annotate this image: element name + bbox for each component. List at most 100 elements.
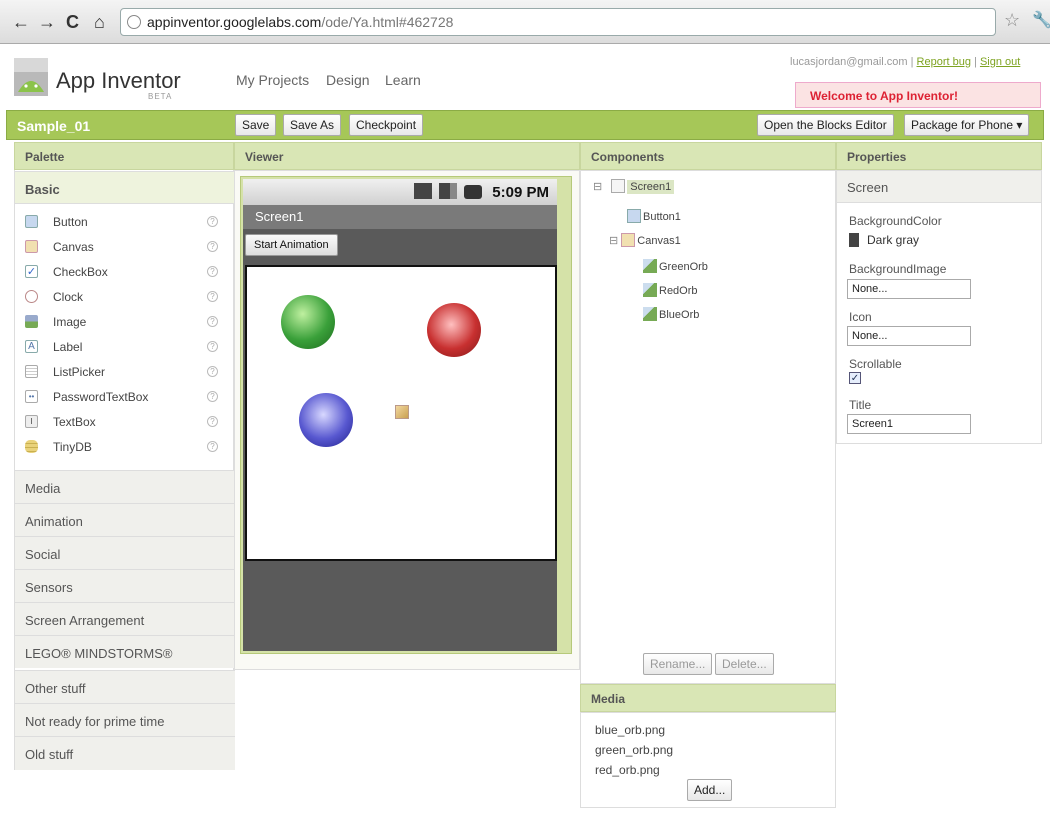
- help-icon[interactable]: ?: [207, 241, 218, 252]
- tree-label: GreenOrb: [659, 261, 708, 273]
- home-icon[interactable]: ⌂: [94, 12, 105, 33]
- sign-out-link[interactable]: Sign out: [980, 56, 1020, 68]
- title-input[interactable]: Screen1: [847, 414, 971, 434]
- user-email: lucasjordan@gmail.com: [790, 56, 908, 68]
- bgcolor-label: BackgroundColor: [849, 214, 942, 228]
- palette-section-other[interactable]: Other stuff: [15, 670, 235, 703]
- tree-label: Canvas1: [637, 235, 681, 247]
- phone-time: 5:09 PM: [492, 184, 549, 201]
- media-file[interactable]: red_orb.png: [595, 763, 660, 777]
- nav-my-projects[interactable]: My Projects: [236, 72, 309, 88]
- label-icon: A: [25, 340, 38, 353]
- palette-section-lego[interactable]: LEGO® MINDSTORMS®: [15, 635, 235, 668]
- palette-section-animation[interactable]: Animation: [15, 503, 235, 536]
- help-icon[interactable]: ?: [207, 391, 218, 402]
- help-icon[interactable]: ?: [207, 216, 218, 227]
- tree-node-canvas[interactable]: ⊟ Canvas1: [609, 233, 681, 247]
- tree-label: Button1: [643, 211, 681, 223]
- tree-node-blueorb[interactable]: BlueOrb: [643, 307, 699, 321]
- bgimage-input[interactable]: None...: [847, 279, 971, 299]
- tree-node-greenorb[interactable]: GreenOrb: [643, 259, 708, 273]
- palette-item-clock[interactable]: Clock?: [15, 286, 235, 308]
- app-name: App Inventor: [56, 68, 181, 93]
- palette-item-image[interactable]: Image?: [15, 311, 235, 333]
- media-file[interactable]: blue_orb.png: [595, 723, 665, 737]
- media-file[interactable]: green_orb.png: [595, 743, 673, 757]
- star-icon[interactable]: ☆: [1004, 10, 1020, 31]
- palette-section-screen-arrangement[interactable]: Screen Arrangement: [15, 602, 235, 635]
- screen-title-bar: Screen1: [243, 205, 557, 229]
- scrollable-label: Scrollable: [849, 357, 902, 371]
- palette-section-media[interactable]: Media: [15, 470, 235, 503]
- palette-section-social[interactable]: Social: [15, 536, 235, 569]
- rename-button[interactable]: Rename...: [643, 653, 713, 675]
- app-inventor-logo: [14, 58, 48, 96]
- palette-item-listpicker[interactable]: ListPicker?: [15, 361, 235, 383]
- palette-item-checkbox[interactable]: ✓ CheckBox?: [15, 261, 235, 283]
- tree-node-redorb[interactable]: RedOrb: [643, 283, 698, 297]
- welcome-banner: Welcome to App Inventor!: [795, 82, 1041, 178]
- help-icon[interactable]: ?: [207, 341, 218, 352]
- save-as-button[interactable]: Save As: [283, 114, 342, 136]
- red-orb-sprite[interactable]: [427, 303, 481, 357]
- save-button[interactable]: Save: [235, 114, 277, 136]
- help-icon[interactable]: ?: [207, 416, 218, 427]
- help-icon[interactable]: ?: [207, 366, 218, 377]
- collapse-icon[interactable]: ⊟: [609, 235, 618, 247]
- media-panel: blue_orb.png green_orb.png red_orb.png A…: [580, 712, 836, 808]
- open-blocks-editor-button[interactable]: Open the Blocks Editor: [757, 114, 894, 136]
- address-bar[interactable]: appinventor.googlelabs.com/ode/Ya.html#4…: [120, 8, 996, 36]
- help-icon[interactable]: ?: [207, 316, 218, 327]
- palette-item-textbox[interactable]: I TextBox?: [15, 411, 235, 433]
- palette-section-basic[interactable]: Basic: [15, 171, 235, 204]
- url-path: /ode/Ya.html#462728: [321, 14, 454, 30]
- palette-item-label[interactable]: A Label?: [15, 336, 235, 358]
- tree-label: RedOrb: [659, 285, 698, 297]
- palette-section-not-ready[interactable]: Not ready for prime time: [15, 703, 235, 736]
- palette-item-label: Clock: [53, 290, 84, 304]
- wrench-icon[interactable]: 🔧: [1032, 10, 1050, 30]
- green-orb-sprite[interactable]: [281, 295, 335, 349]
- palette-item-passwordtextbox[interactable]: •• PasswordTextBox?: [15, 386, 235, 408]
- palette-item-button[interactable]: Button?: [15, 211, 235, 233]
- help-icon[interactable]: ?: [207, 266, 218, 277]
- phone-status-bar: 5:09 PM: [243, 179, 557, 205]
- signal-type-icon: [413, 183, 432, 199]
- collapse-icon[interactable]: ⊟: [593, 181, 602, 193]
- package-for-phone-button[interactable]: Package for Phone ▾: [904, 114, 1030, 136]
- checkbox-icon: ✓: [25, 265, 38, 278]
- scrollable-checkbox[interactable]: ✓: [849, 372, 861, 384]
- bgcolor-picker[interactable]: Dark gray: [849, 233, 919, 247]
- checkpoint-button[interactable]: Checkpoint: [349, 114, 424, 136]
- report-bug-link[interactable]: Report bug: [917, 56, 971, 68]
- help-icon[interactable]: ?: [207, 291, 218, 302]
- tree-node-button[interactable]: Button1: [627, 209, 681, 223]
- palette-section-old[interactable]: Old stuff: [15, 736, 235, 770]
- canvas-component[interactable]: [245, 265, 557, 561]
- palette-header: Palette: [14, 142, 234, 170]
- palette-item-tinydb[interactable]: TinyDB?: [15, 436, 235, 458]
- project-toolbar: Sample_01 Save Save As Checkpoint Open t…: [6, 110, 1044, 140]
- reload-icon[interactable]: C: [66, 12, 79, 33]
- url-host: appinventor.googlelabs.com: [147, 14, 322, 30]
- help-icon[interactable]: ?: [207, 441, 218, 452]
- nav-design[interactable]: Design: [326, 72, 370, 88]
- palette-section-sensors[interactable]: Sensors: [15, 569, 235, 602]
- tree-node-screen[interactable]: ⊟ Screen1: [593, 179, 675, 194]
- back-icon[interactable]: ←: [12, 12, 30, 33]
- bgimage-label: BackgroundImage: [849, 262, 947, 276]
- forward-icon[interactable]: →: [38, 12, 56, 33]
- blue-orb-sprite[interactable]: [299, 393, 353, 447]
- sprite-icon: [643, 307, 657, 321]
- viewer-header: Viewer: [234, 142, 580, 170]
- title-label: Title: [849, 398, 872, 412]
- start-animation-button[interactable]: Start Animation: [245, 234, 338, 256]
- add-media-button[interactable]: Add...: [687, 779, 733, 801]
- canvas-placeholder-icon: [395, 405, 409, 419]
- delete-button[interactable]: Delete...: [715, 653, 774, 675]
- image-icon: [25, 315, 38, 328]
- palette-item-canvas[interactable]: Canvas?: [15, 236, 235, 258]
- icon-input[interactable]: None...: [847, 326, 971, 346]
- nav-learn[interactable]: Learn: [385, 72, 421, 88]
- textbox-icon: I: [25, 415, 38, 428]
